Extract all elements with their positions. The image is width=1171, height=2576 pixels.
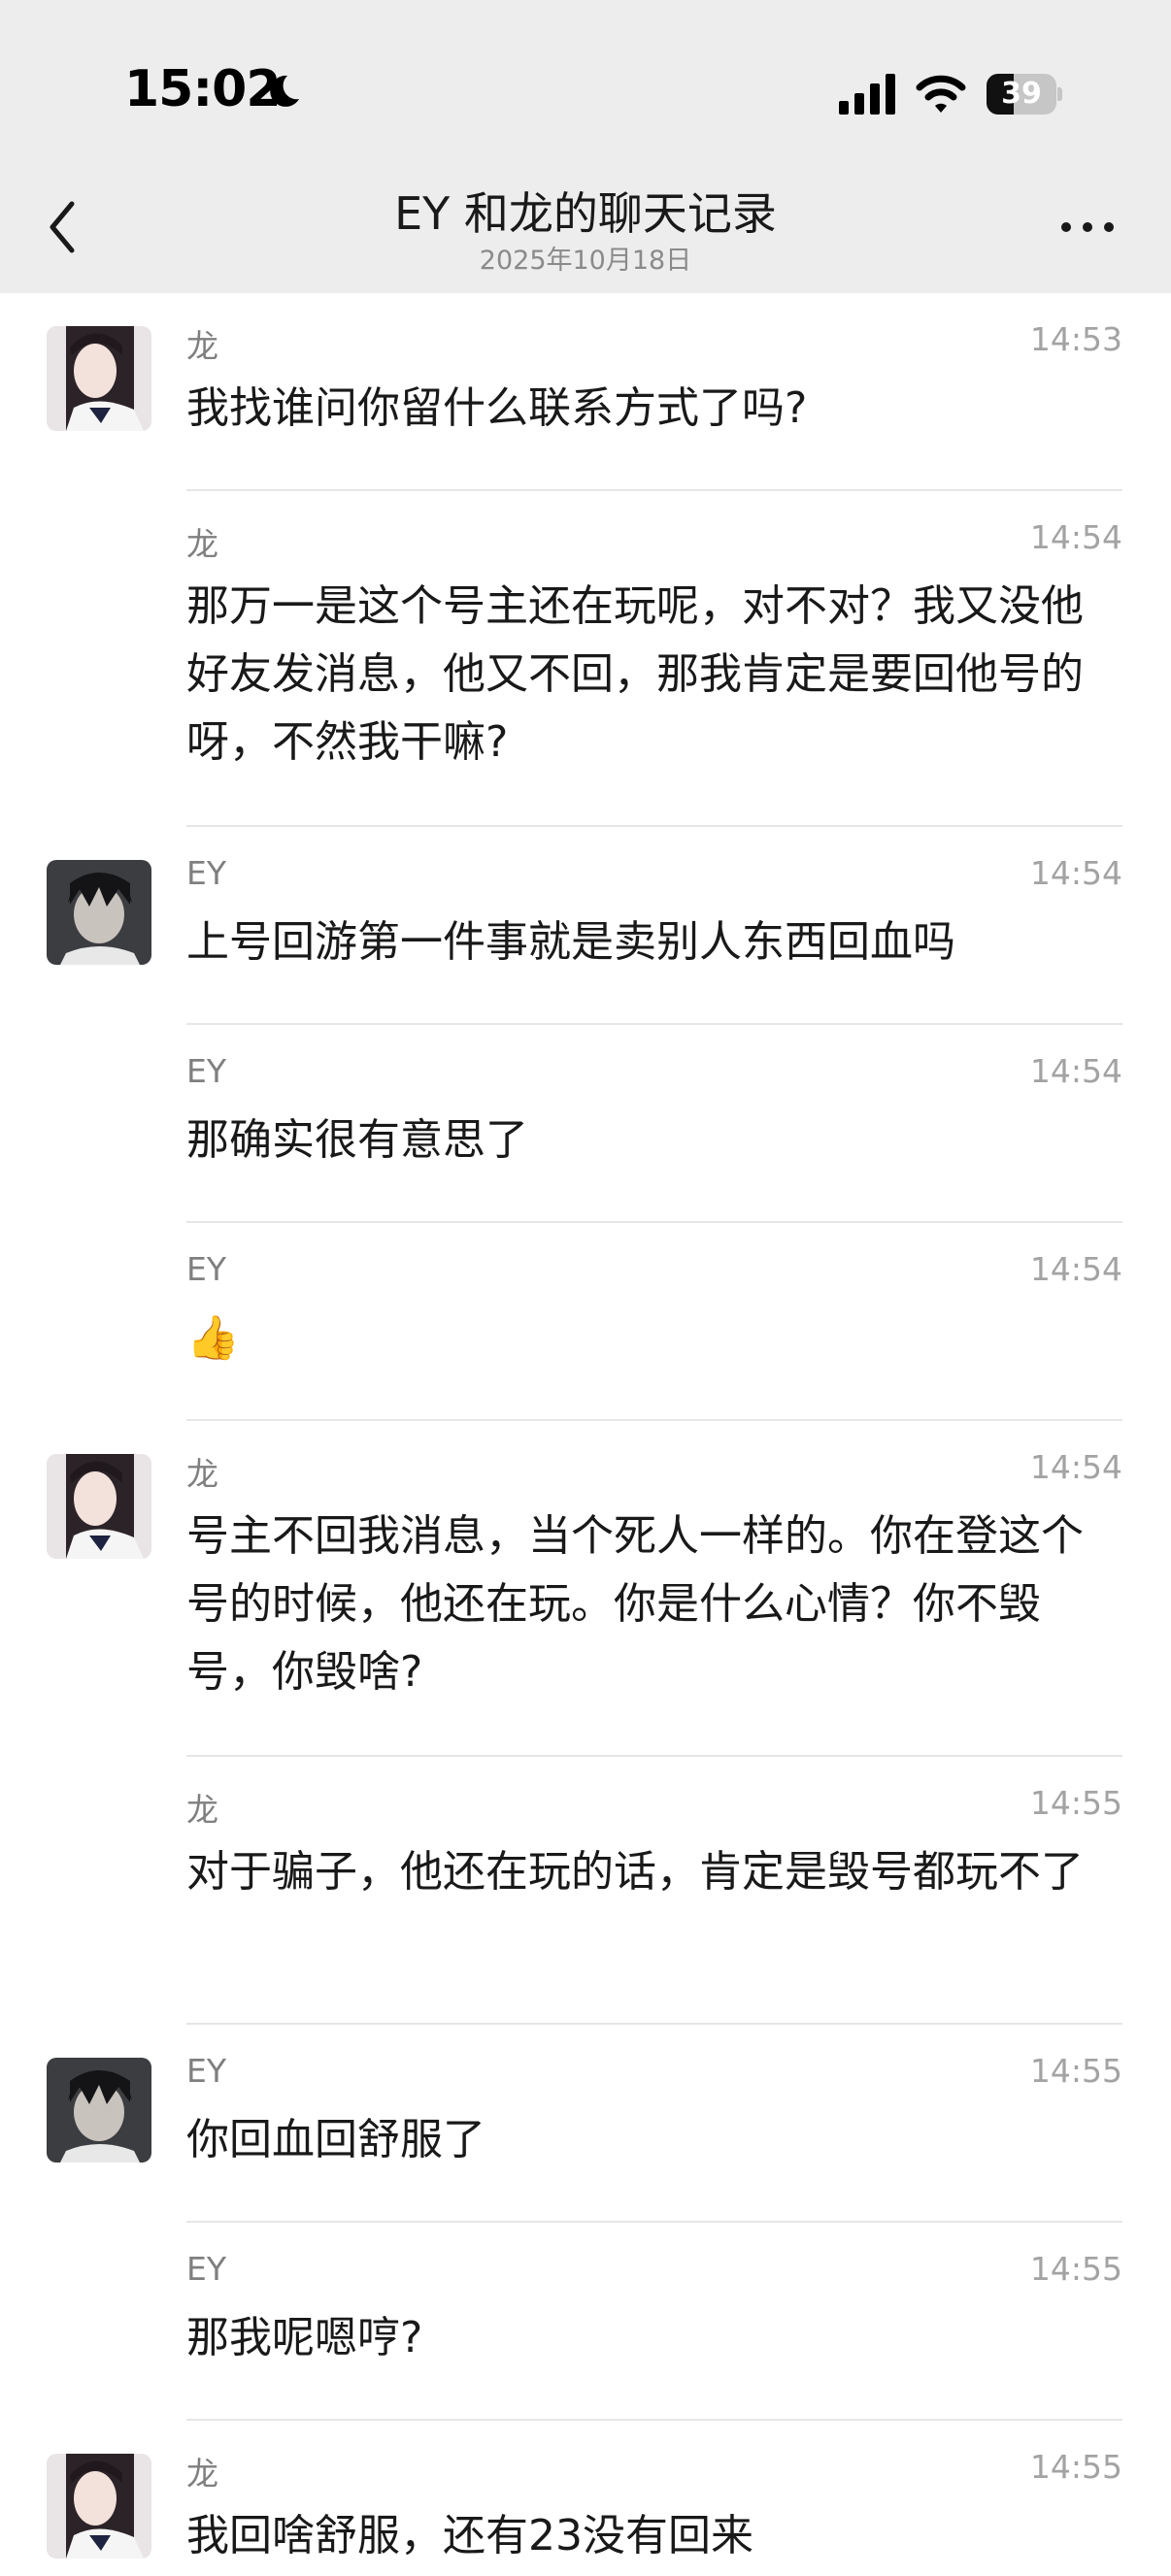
chat-message[interactable]: EY 14:54 👍 [0,1223,1171,1421]
message-text: 我回啥舒服，还有23没有回来 [186,2511,753,2560]
message-time: 14:54 [1029,1052,1122,1090]
moon-icon [270,75,299,107]
chat-message[interactable]: 龙 14:55 对于骗子，他还在玩的话，肯定是毁号都玩不了 [0,1757,1171,2025]
chat-message[interactable]: EY 14:54 那确实很有意思了 [0,1025,1171,1223]
page-title: EY 和龙的聊天记录 [394,187,777,240]
message-text: 我找谁问你留什么联系方式了吗? [186,383,808,433]
message-text: 那我呢嗯哼? [186,2313,423,2362]
message-time: 14:55 [1029,2052,1122,2090]
sender-name: EY [186,2052,227,2090]
chat-message[interactable]: EY 14:55 那我呢嗯哼? [0,2223,1171,2421]
sender-name: 龙 [186,1791,218,1829]
sender-name: 龙 [186,525,218,563]
status-time: 15:02 [124,60,282,118]
sender-name: 龙 [186,2455,218,2493]
chat-message[interactable]: EY 14:54 上号回游第一件事就是卖别人东西回血吗 [0,827,1171,1025]
message-time: 14:55 [1029,2250,1122,2288]
navigation-header: 15:02 39 EY 和龙的聊天记录 2025年10月18日 [0,0,1171,293]
more-options-icon[interactable] [1056,208,1119,247]
thumbs-up-emoji: 👍 [186,1313,240,1363]
message-time: 14:53 [1029,320,1122,358]
sender-name: EY [186,1250,227,1288]
message-time: 14:55 [1029,1784,1122,1822]
message-text: 上号回游第一件事就是卖别人东西回血吗 [186,917,955,967]
sender-name: EY [186,854,227,892]
message-time: 14:54 [1029,1250,1122,1288]
boy-avatar[interactable] [47,860,151,965]
message-time: 14:55 [1029,2448,1122,2486]
message-text: 那万一是这个号主还在玩呢，对不对？我又没他好友发消息，他又不回，那我肯定是要回他… [186,581,1084,767]
message-time: 14:54 [1029,854,1122,892]
message-text: 那确实很有意思了 [186,1115,528,1165]
chat-message[interactable]: 龙 14:53 我找谁问你留什么联系方式了吗? [0,293,1171,491]
sender-name: 龙 [186,327,218,365]
sender-name: 龙 [186,1455,218,1493]
battery-indicator: 39 [987,74,1062,115]
sender-name: EY [186,1052,227,1090]
message-list[interactable]: 龙 14:53 我找谁问你留什么联系方式了吗? 龙 14:54 那万一是这个号主还在玩呢，… [0,293,1171,2576]
boy-avatar[interactable] [47,2058,151,2163]
battery-level: 39 [1001,77,1042,111]
message-time: 14:54 [1029,518,1122,556]
chat-message[interactable]: EY 14:55 你回血回舒服了 [0,2025,1171,2223]
girl-avatar[interactable] [47,326,151,431]
sender-name: EY [186,2250,227,2288]
message-time: 14:54 [1029,1448,1122,1486]
message-text: 号主不回我消息，当个死人一样的。你在登这个号的时候，他还在玩。你是什么心情？你不… [186,1511,1084,1697]
cellular-signal-icon [839,74,895,115]
chat-message[interactable]: 龙 14:54 号主不回我消息，当个死人一样的。你在登这个号的时候，他还在玩。你是什… [0,1421,1171,1757]
chat-message[interactable]: 龙 14:55 我回啥舒服，还有23没有回来 [0,2421,1171,2576]
page-subtitle-date: 2025年10月18日 [479,246,692,276]
wifi-icon [916,75,966,113]
message-text: 对于骗子，他还在玩的话，肯定是毁号都玩不了 [186,1847,1084,1897]
girl-avatar[interactable] [47,1454,151,1559]
girl-avatar[interactable] [47,2454,151,2559]
message-text: 你回血回舒服了 [186,2115,485,2164]
chat-message[interactable]: 龙 14:54 那万一是这个号主还在玩呢，对不对？我又没他好友发消息，他又不回，那我… [0,491,1171,827]
